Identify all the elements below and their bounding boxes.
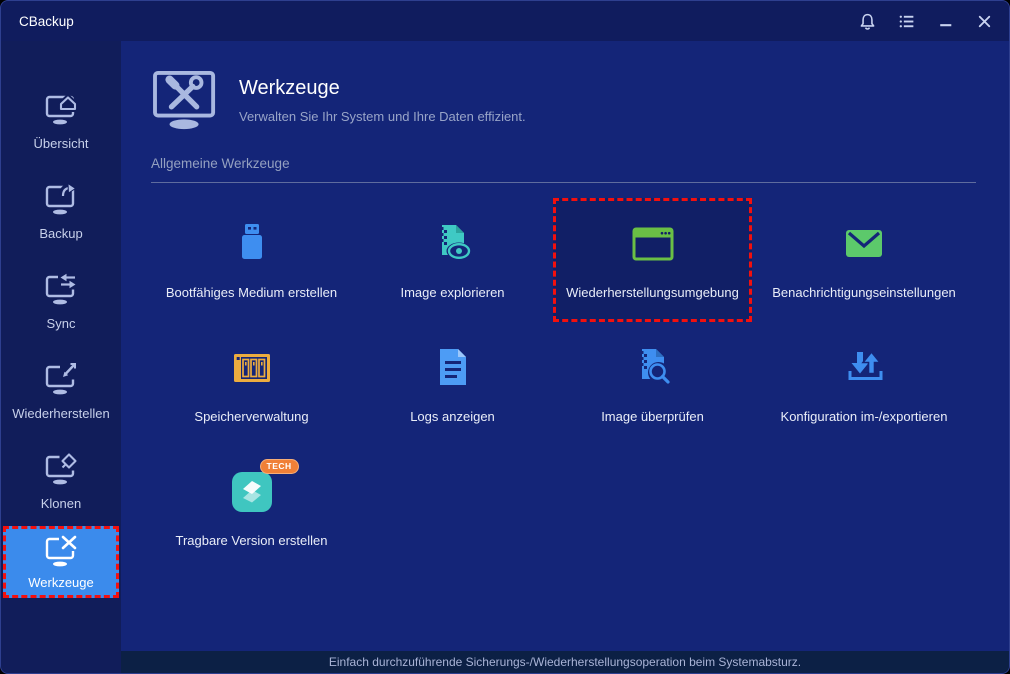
page-header-text: Werkzeuge Verwalten Sie Ihr System und I… [239, 77, 526, 124]
sidebar-item-label: Übersicht [33, 135, 89, 151]
tool-notification-settings[interactable]: Benachrichtigungseinstellungen [752, 198, 976, 322]
tool-bootable-media[interactable]: Bootfähiges Medium erstellen [151, 198, 352, 322]
sidebar-item-label: Sync [46, 315, 76, 331]
page-subtitle: Verwalten Sie Ihr System und Ihre Daten … [239, 108, 526, 124]
monitor-sync-icon [45, 272, 78, 304]
image-explore-icon [440, 225, 471, 260]
tech-badge: TECH [259, 459, 299, 474]
log-document-icon [439, 349, 466, 385]
sidebar-item-uebersicht[interactable]: Übersicht [1, 76, 121, 166]
bell-icon [860, 13, 874, 30]
portable-app-icon [231, 472, 272, 512]
sidebar-item-label: Wiederherstellen [12, 405, 110, 421]
close-icon [978, 15, 990, 27]
tools-grid: Bootfähiges Medium erstellen Image explo… [151, 198, 976, 570]
section-title: Allgemeine Werkzeuge [151, 156, 290, 171]
monitor-clone-icon [45, 452, 79, 484]
tool-import-export-config[interactable]: Konfiguration im-/exportieren [752, 322, 976, 446]
tool-view-logs[interactable]: Logs anzeigen [352, 322, 553, 446]
titlebar-buttons [852, 6, 999, 36]
tool-label: Speicherverwaltung [194, 409, 309, 424]
sidebar-item-label: Werkzeuge [28, 575, 94, 590]
sidebar-item-sync[interactable]: Sync [1, 256, 121, 346]
import-export-icon [848, 350, 883, 380]
sidebar-item-backup[interactable]: Backup [1, 166, 121, 256]
notifications-button[interactable] [852, 6, 882, 36]
image-check-icon [640, 349, 670, 384]
app-title: CBackup [19, 13, 74, 29]
tool-portable-version[interactable]: TECH Tragbare Version erstellen [151, 446, 352, 570]
tool-label: Image explorieren [400, 285, 505, 300]
tool-label: Tragbare Version erstellen [175, 533, 328, 548]
status-text: Einfach durchzuführende Sicherungs-/Wied… [328, 655, 802, 669]
section-divider [151, 182, 976, 183]
monitor-restore-icon [45, 362, 78, 394]
storage-icon [233, 354, 270, 382]
tool-image-explore[interactable]: Image explorieren [352, 198, 553, 322]
sidebar-item-klonen[interactable]: Klonen [1, 436, 121, 526]
tool-recovery-environment[interactable]: Wiederherstellungsumgebung [553, 198, 752, 322]
recovery-window-icon [632, 227, 673, 261]
tool-label: Wiederherstellungsumgebung [566, 285, 739, 300]
sidebar-item-wiederherstellen[interactable]: Wiederherstellen [1, 346, 121, 436]
sidebar: Übersicht Backup Sync Wiederherstellen K… [1, 41, 121, 673]
tool-label: Benachrichtigungseinstellungen [772, 285, 956, 300]
app-window: CBackup Übersicht Backup Sync Wiederhers… [0, 0, 1010, 674]
section-header: Allgemeine Werkzeuge [151, 156, 976, 183]
menu-button[interactable] [891, 6, 921, 36]
sidebar-item-werkzeuge[interactable]: Werkzeuge [3, 526, 119, 598]
monitor-home-icon [45, 94, 78, 124]
tool-label: Bootfähiges Medium erstellen [165, 285, 338, 300]
tool-label: Logs anzeigen [410, 409, 495, 424]
sidebar-item-label: Klonen [40, 495, 82, 511]
tool-label: Konfiguration im-/exportieren [780, 409, 948, 424]
page-header: Werkzeuge Verwalten Sie Ihr System und I… [151, 69, 976, 131]
tool-storage-management[interactable]: Speicherverwaltung [151, 322, 352, 446]
tool-image-check[interactable]: Image überprüfen [553, 322, 752, 446]
sidebar-item-label: Backup [39, 225, 83, 241]
monitor-tools-icon [45, 534, 78, 567]
titlebar: CBackup [1, 1, 1009, 41]
page-title: Werkzeuge [239, 76, 340, 99]
usb-drive-icon [241, 224, 262, 259]
monitor-backup-icon [45, 182, 77, 214]
statusbar: Einfach durchzuführende Sicherungs-/Wied… [121, 651, 1009, 673]
monitor-tools-large-icon [151, 69, 221, 131]
minimize-button[interactable] [930, 6, 960, 36]
close-button[interactable] [969, 6, 999, 36]
main-panel: Werkzeuge Verwalten Sie Ihr System und I… [121, 41, 1009, 673]
tool-label: Image überprüfen [601, 409, 704, 424]
minimize-icon [939, 23, 951, 26]
mail-icon [846, 230, 882, 257]
menu-list-icon [899, 15, 913, 27]
